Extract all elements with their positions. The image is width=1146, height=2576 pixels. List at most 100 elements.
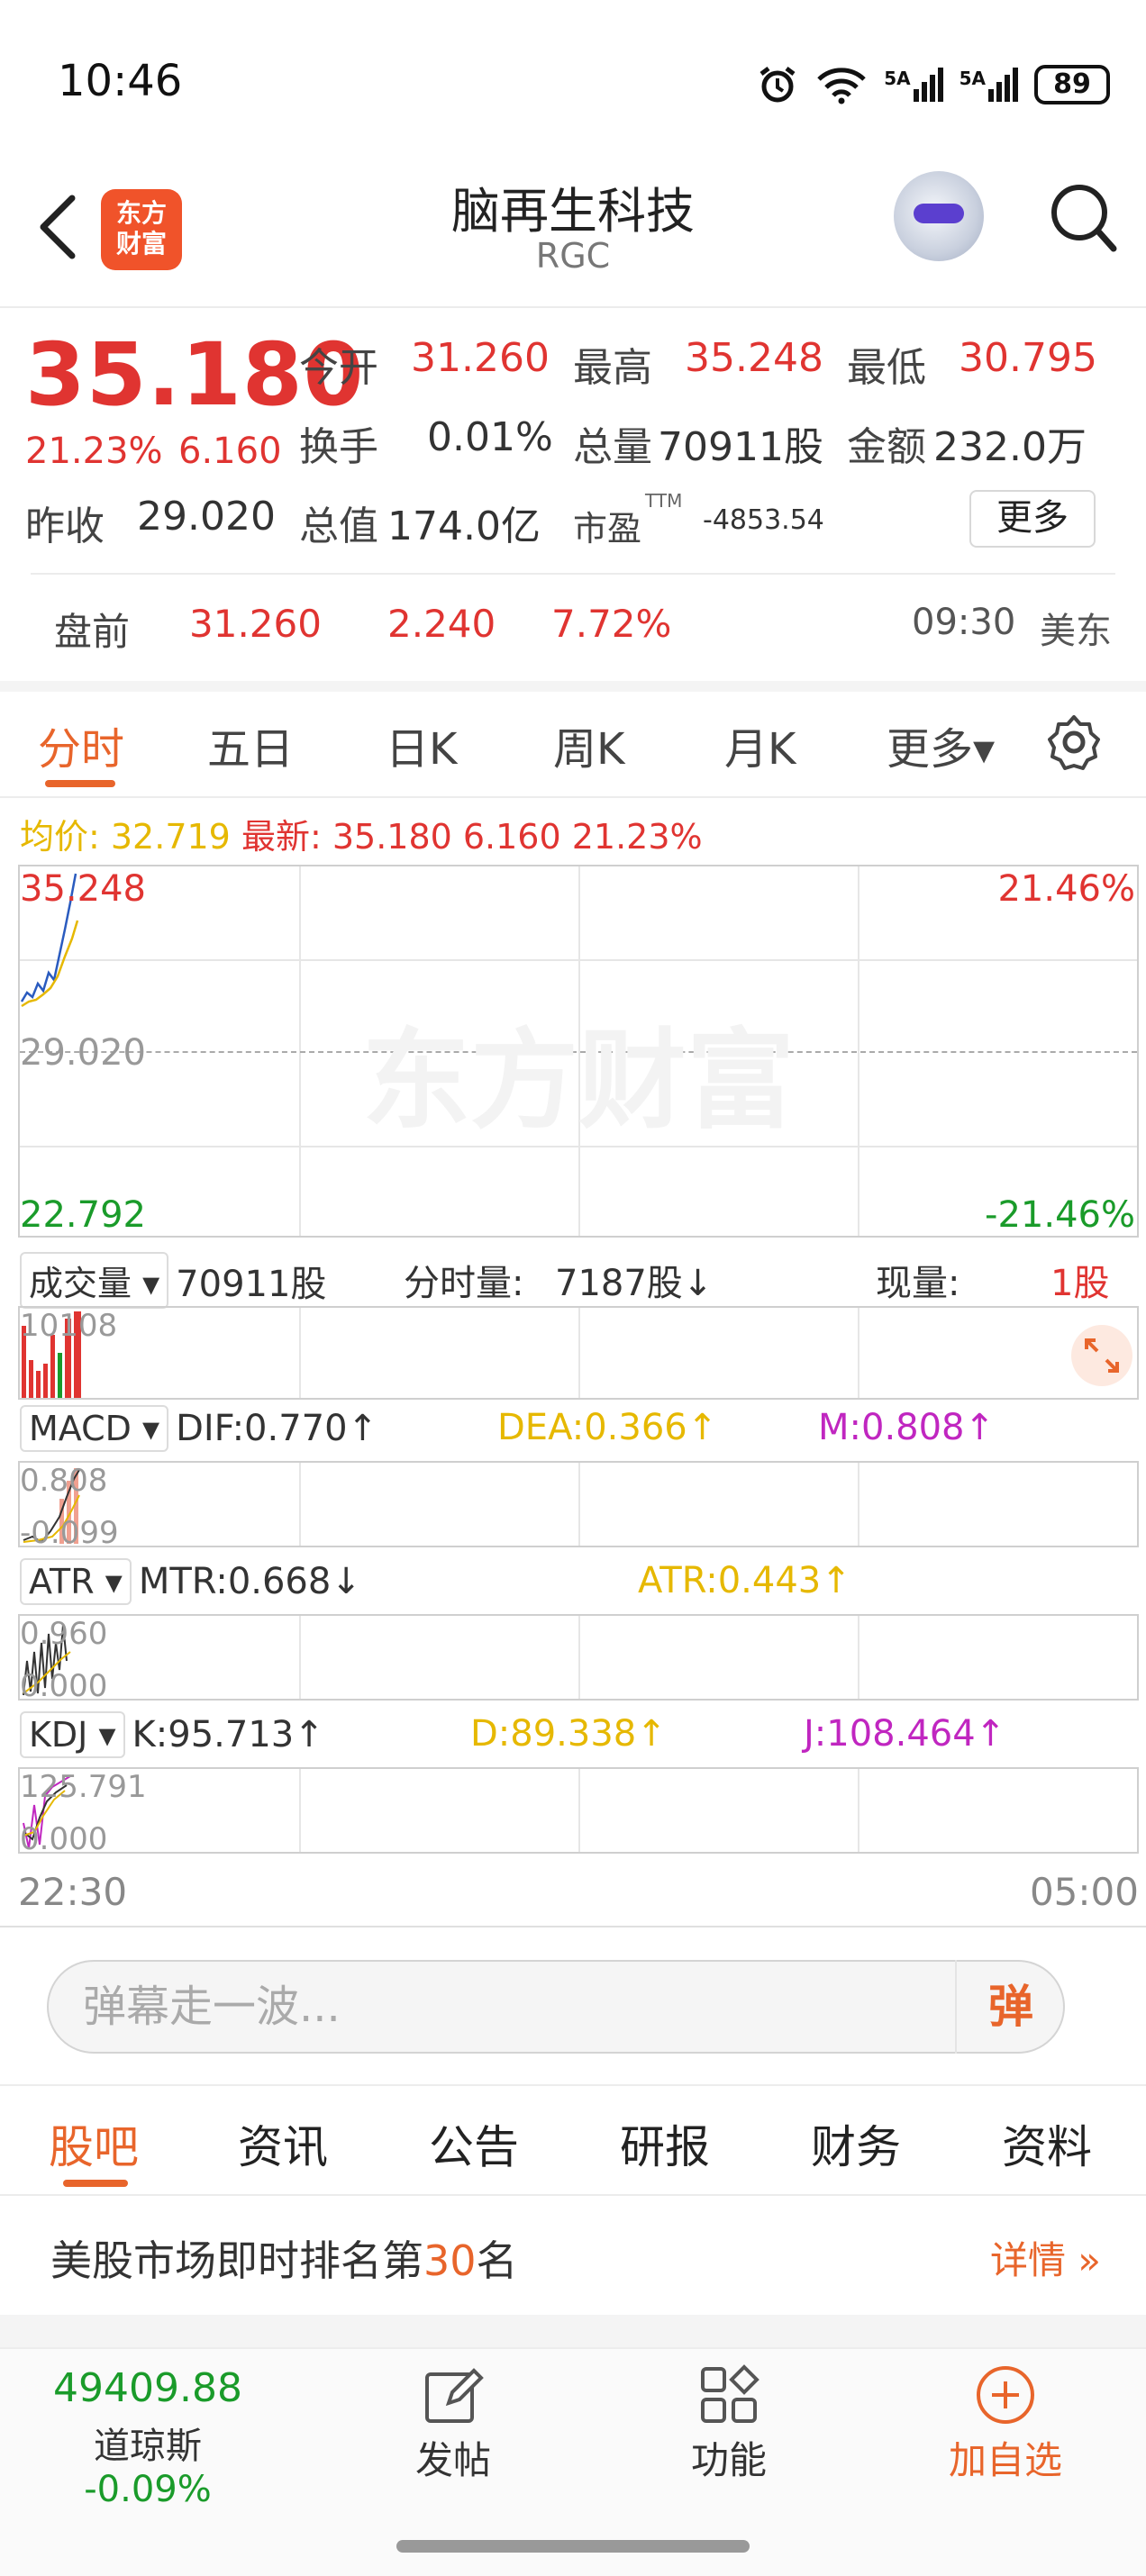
volume-total: 70911股	[176, 1263, 327, 1305]
danmu-button[interactable]: 弹	[955, 1960, 1065, 2054]
tools-label: 功能	[690, 2438, 767, 2482]
change-amount: 6.160	[178, 431, 282, 472]
section-gap	[0, 681, 1146, 692]
pct-axis-top: 21.46%	[997, 868, 1135, 910]
rank-number: 30	[423, 2236, 477, 2285]
open-value: 31.260	[411, 335, 550, 381]
edit-icon	[425, 2368, 484, 2423]
kdj-axis-min: 0.000	[20, 1821, 108, 1857]
change-percent: 21.23%	[25, 431, 163, 472]
tab-daily-k[interactable]: 日K	[386, 713, 457, 776]
macd-m: M:0.808↑	[818, 1407, 996, 1448]
atr-mtr: MTR:0.668↓	[138, 1561, 361, 1602]
kdj-j: J:108.464↑	[804, 1713, 1006, 1755]
tabs-divider	[0, 796, 1146, 798]
tools-button[interactable]: 功能	[670, 2363, 787, 2485]
premarket-time: 09:30	[912, 602, 1016, 643]
tab-more[interactable]: 更多▾	[887, 713, 995, 776]
chart-legend: 均价: 32.719 最新: 35.180 6.160 21.23%	[20, 809, 703, 858]
macd-selector[interactable]: MACD ▾	[20, 1405, 169, 1452]
index-name-row: 道琼斯 -0.09%	[43, 2417, 252, 2510]
chart-bottom-divider	[0, 1926, 1146, 1927]
turnover-value: 0.01%	[427, 414, 553, 460]
kdj-k: K:95.713↑	[132, 1714, 324, 1755]
tab-financials[interactable]: 财务	[811, 2111, 901, 2176]
battery-icon: 89	[1034, 65, 1110, 104]
macd-chart[interactable]: 0.808 -0.099	[18, 1461, 1139, 1551]
pe-label: 市盈	[573, 509, 642, 549]
mkt-cap-label: 总值	[299, 503, 378, 549]
time-axis-end: 05:00	[1029, 1870, 1139, 1914]
y-axis-bottom: 22.792	[20, 1194, 146, 1236]
header-divider	[0, 306, 1146, 308]
atr-atr: ATR:0.443↑	[638, 1560, 851, 1601]
danmu-input[interactable]: 弹幕走一波...	[47, 1960, 1065, 2054]
plus-circle-icon	[977, 2366, 1034, 2424]
period-volume-label: 分时量:	[404, 1263, 524, 1304]
premarket-label: 盘前	[54, 610, 131, 654]
bottom-tabs-divider	[0, 2194, 1146, 2196]
macd-indicator-row: MACD ▾ DIF:0.770↑	[20, 1405, 377, 1452]
pe-value: -4853.54	[703, 504, 824, 536]
macd-dea: DEA:0.366↑	[497, 1407, 718, 1448]
home-indicator[interactable]	[396, 2540, 750, 2553]
tab-five-day[interactable]: 五日	[207, 713, 294, 776]
volume-value: 70911股	[658, 424, 823, 470]
kdj-chart[interactable]: 125.791 0.000	[18, 1767, 1139, 1857]
tab-intraday[interactable]: 分时	[38, 713, 124, 776]
quote-divider	[31, 573, 1115, 575]
expand-icon[interactable]	[1070, 1324, 1133, 1387]
kdj-axis-max: 125.791	[20, 1769, 147, 1805]
tab-news[interactable]: 资讯	[238, 2111, 328, 2176]
tab-monthly-k[interactable]: 月K	[724, 713, 796, 776]
status-time: 10:46	[58, 56, 183, 106]
prev-close-value: 29.020	[137, 494, 276, 540]
index-value: 49409.88	[53, 2365, 242, 2411]
post-label: 发帖	[414, 2438, 491, 2482]
tab-research[interactable]: 研报	[620, 2111, 710, 2176]
post-button[interactable]: 发帖	[395, 2363, 512, 2485]
index-widget[interactable]: 49409.88 道琼斯 -0.09%	[43, 2365, 252, 2510]
prev-close-label: 昨收	[25, 503, 105, 549]
search-icon[interactable]	[1045, 177, 1121, 258]
time-axis-start: 22:30	[18, 1870, 128, 1914]
tab-profile[interactable]: 资料	[1002, 2111, 1092, 2176]
atr-indicator-row: ATR ▾ MTR:0.668↓	[20, 1558, 361, 1605]
bottom-tab-indicator	[63, 2180, 128, 2187]
atr-selector[interactable]: ATR ▾	[20, 1558, 132, 1605]
tab-active-indicator	[45, 780, 115, 787]
tab-weekly-k[interactable]: 周K	[553, 713, 624, 776]
tab-forum[interactable]: 股吧	[49, 2111, 139, 2176]
signal-1-label: 5A	[884, 68, 911, 89]
rank-detail-link[interactable]: 详情 »	[990, 2230, 1101, 2285]
pe-sup: TTM	[645, 490, 683, 512]
index-change: -0.09%	[84, 2469, 212, 2510]
current-volume-label: 现量:	[876, 1263, 960, 1304]
index-name: 道琼斯	[94, 2426, 202, 2467]
add-watchlist-button[interactable]: 加自选	[933, 2363, 1078, 2485]
kdj-indicator-row: KDJ ▾ K:95.713↑	[20, 1711, 324, 1758]
atr-chart[interactable]: 0.960 0.000	[18, 1614, 1139, 1704]
status-icons: 5A 5A 89	[756, 63, 1110, 106]
current-volume-value: 1股	[1050, 1263, 1110, 1304]
volume-indicator-row: 成交量 ▾ 70911股	[20, 1252, 326, 1309]
price-chart[interactable]: 东方财富 35.248 29.020 22.792 21.46% -21.46%	[18, 865, 1139, 1238]
volume-axis-max: 10108	[20, 1308, 118, 1344]
more-quote-button[interactable]: 更多	[969, 490, 1096, 548]
latest-price-label: 最新: 35.180 6.160 21.23%	[241, 817, 703, 857]
amount-value: 232.0万	[933, 424, 1087, 470]
assistant-avatar-icon[interactable]	[894, 171, 984, 261]
gear-icon[interactable]	[1045, 713, 1103, 771]
kdj-selector[interactable]: KDJ ▾	[20, 1711, 125, 1758]
open-label: 今开	[299, 345, 378, 391]
kdj-d: D:89.338↑	[470, 1713, 667, 1755]
add-watchlist-label: 加自选	[948, 2438, 1062, 2482]
mkt-cap-value: 174.0亿	[387, 503, 541, 549]
volume-chart[interactable]: 10108	[18, 1306, 1139, 1400]
tab-announcements[interactable]: 公告	[429, 2111, 519, 2176]
volume-selector[interactable]: 成交量 ▾	[20, 1252, 169, 1309]
signal-2-icon: 5A	[960, 68, 1018, 102]
danmu-divider	[0, 2084, 1146, 2086]
section-gap-bottom	[0, 2315, 1146, 2347]
high-value: 35.248	[685, 335, 823, 381]
